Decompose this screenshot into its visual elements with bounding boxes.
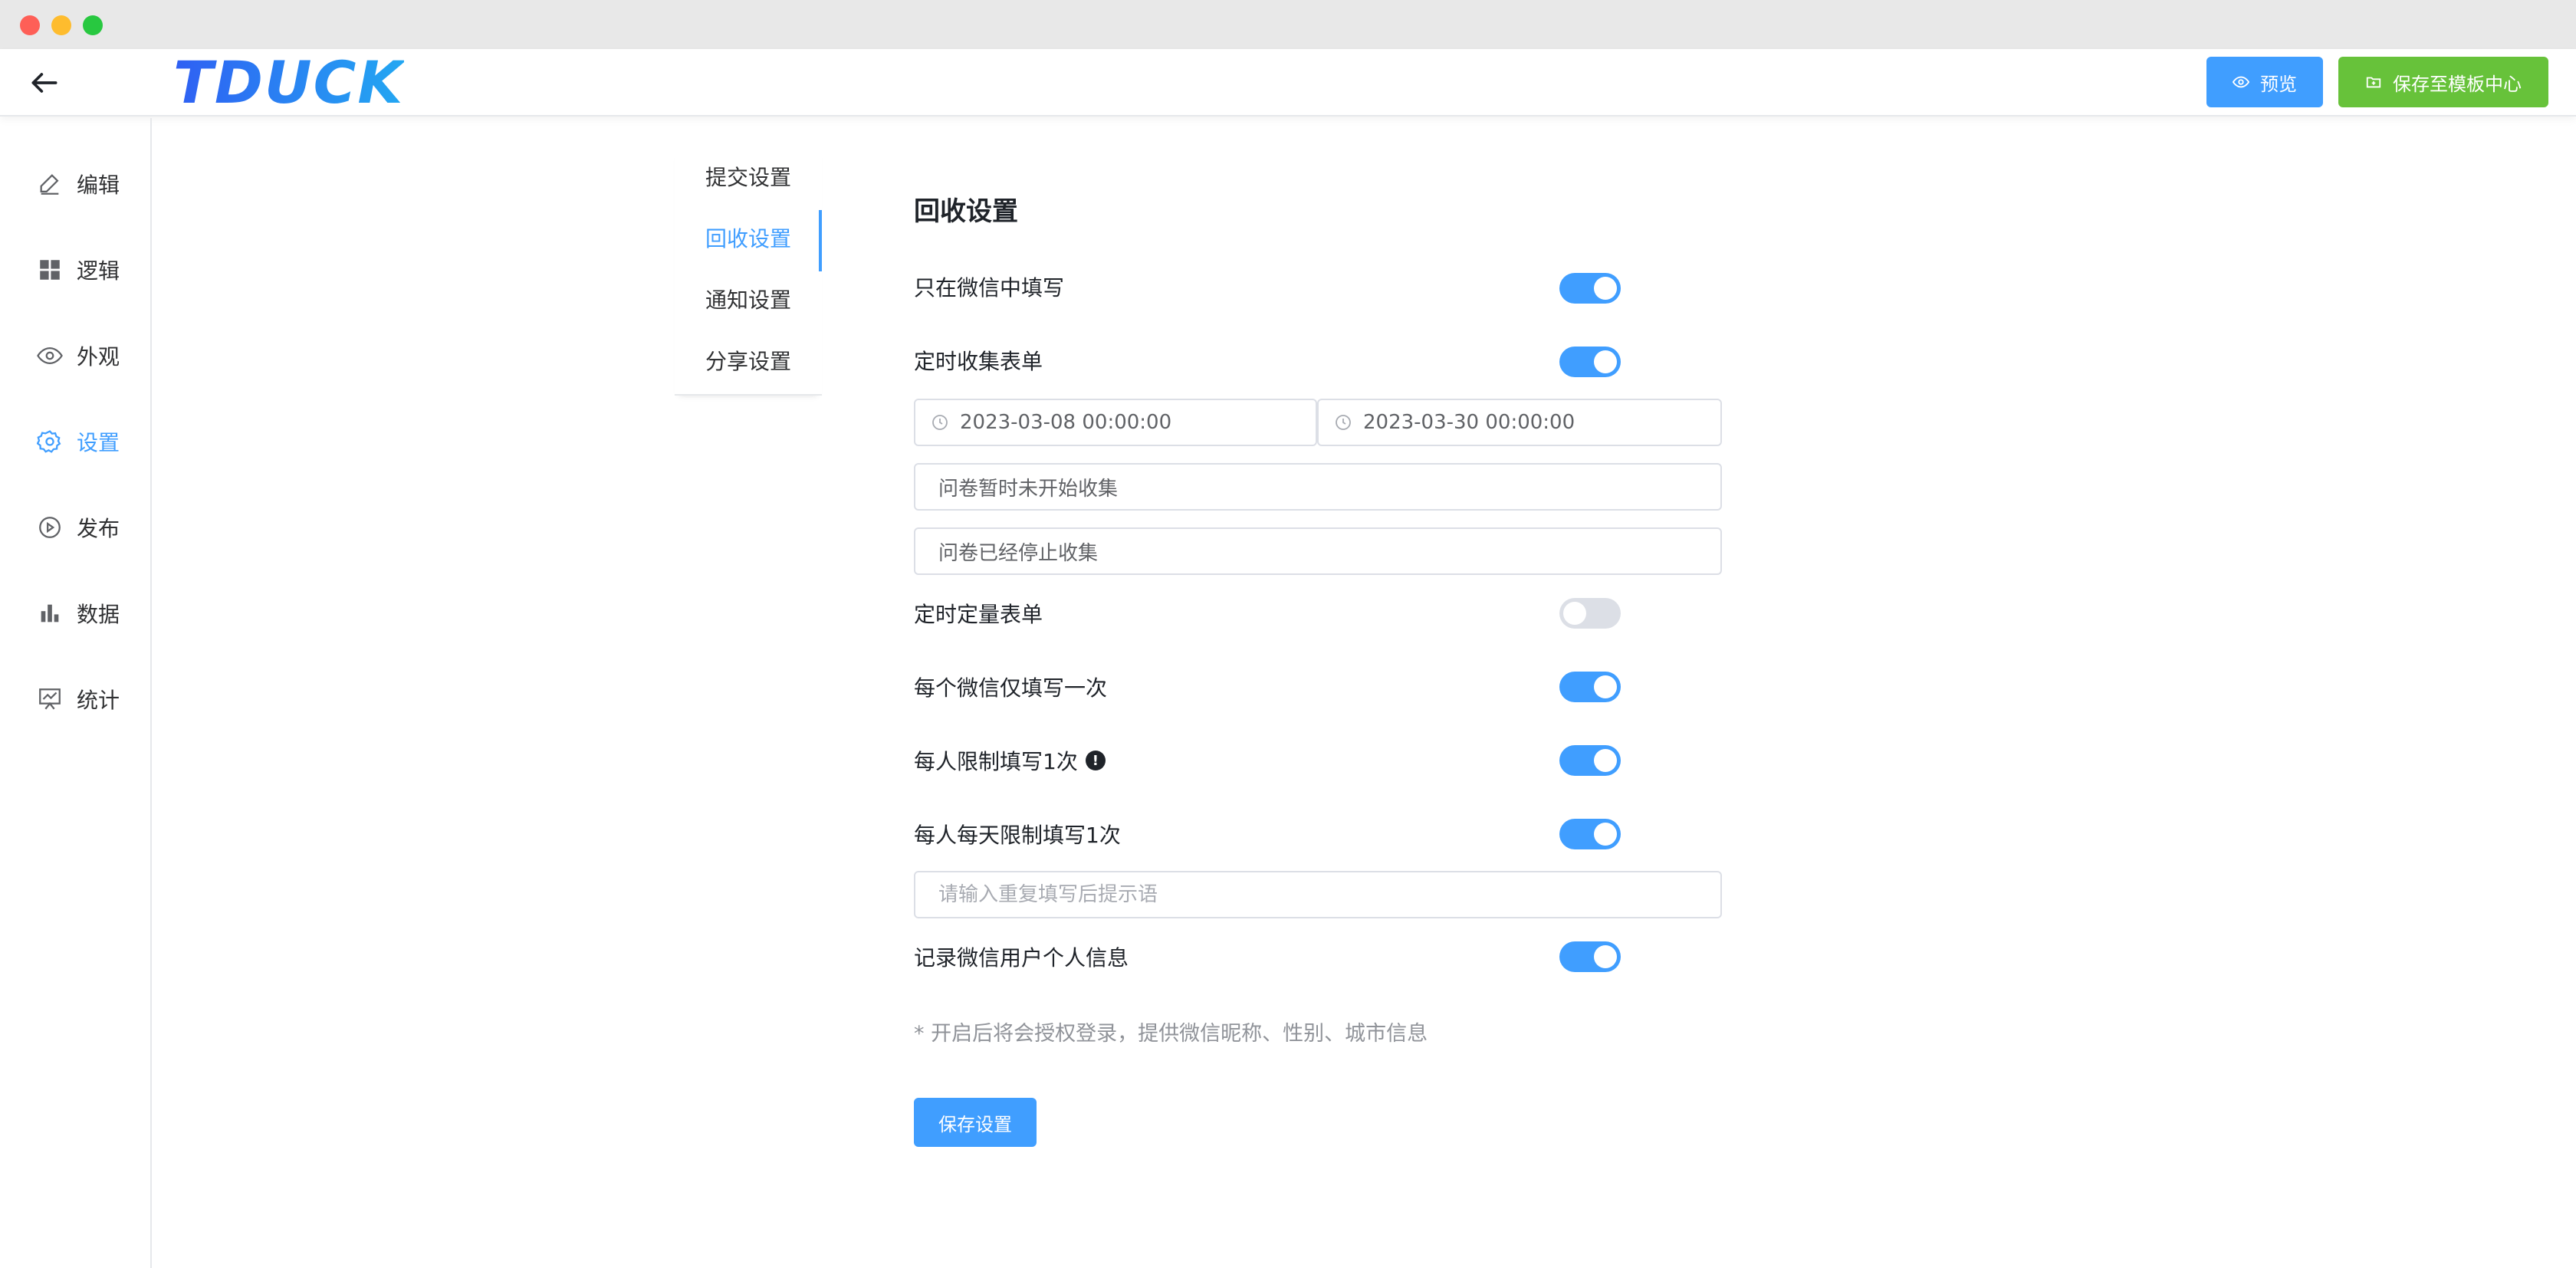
subnav-item-notification[interactable]: 通知设置: [705, 285, 791, 316]
sidebar-item-appearance[interactable]: 外观: [37, 334, 120, 377]
gear-icon: [37, 430, 61, 453]
folder-add-icon: [2366, 77, 2381, 88]
repeat-tip-input[interactable]: [915, 872, 1720, 917]
grid-icon: [40, 260, 60, 280]
sidebar-item-edit[interactable]: 编辑: [37, 163, 120, 205]
not-started-message-field[interactable]: [914, 463, 1722, 511]
per-person-once-label: 每人限制填写1次 !: [914, 745, 1106, 776]
wechat-only-switch[interactable]: [1559, 273, 1621, 304]
timed-collect-switch[interactable]: [1559, 347, 1621, 377]
stopped-message-input[interactable]: [915, 529, 1720, 573]
info-icon[interactable]: !: [1085, 751, 1106, 770]
edit-icon: [40, 174, 59, 195]
subnav-active-indicator: [819, 210, 822, 271]
stats-board-icon: [39, 688, 61, 710]
arrow-left-icon: [31, 73, 58, 93]
sidebar-item-publish[interactable]: 发布: [37, 506, 120, 549]
subnav-item-share[interactable]: 分享设置: [705, 347, 791, 377]
sidebar-item-label: 设置: [77, 430, 120, 455]
not-started-message-input[interactable]: [915, 465, 1720, 509]
save-to-template-button[interactable]: 保存至模板中心: [2338, 57, 2548, 107]
save-to-template-label: 保存至模板中心: [2393, 73, 2522, 95]
app-header: TDUCK 预览 保存至模板中心: [0, 49, 2576, 117]
eye-icon: [2233, 76, 2249, 88]
play-circle-icon: [39, 517, 61, 538]
save-settings-label: 保存设置: [938, 1113, 1012, 1135]
sidebar-item-stats[interactable]: 统计: [37, 678, 120, 721]
wechat-once-switch[interactable]: [1559, 672, 1621, 702]
preview-label: 预览: [2260, 73, 2297, 95]
end-time-picker[interactable]: 2023-03-30 00:00:00: [1317, 399, 1722, 446]
sidebar-item-label: 逻辑: [77, 258, 120, 284]
timed-quota-label: 定时定量表单: [914, 602, 1043, 627]
sidebar-item-label: 数据: [77, 602, 120, 627]
settings-subnav: 提交设置 回收设置 通知设置 分享设置: [675, 149, 822, 396]
repeat-tip-field[interactable]: [914, 871, 1722, 918]
stopped-message-field[interactable]: [914, 527, 1722, 575]
subnav-item-collection[interactable]: 回收设置: [705, 224, 791, 255]
clock-icon: [932, 415, 948, 430]
preview-button[interactable]: 预览: [2206, 57, 2323, 107]
sidebar-item-settings[interactable]: 设置: [37, 420, 120, 463]
window-close-button[interactable]: [20, 15, 40, 35]
sidebar-item-label: 统计: [77, 688, 120, 713]
sidebar-item-label: 编辑: [77, 172, 120, 198]
section-title: 回收设置: [914, 196, 1018, 227]
subnav-item-submit[interactable]: 提交设置: [705, 163, 791, 193]
sidebar-item-data[interactable]: 数据: [37, 592, 120, 635]
start-time-value: 2023-03-08 00:00:00: [960, 411, 1172, 434]
timed-quota-switch[interactable]: [1559, 598, 1621, 629]
authorization-hint: * 开启后将会授权登录，提供微信昵称、性别、城市信息: [914, 1022, 1428, 1046]
left-sidebar: 编辑 逻辑 外观 设置 发布 数据 统计: [0, 118, 152, 1268]
sidebar-item-logic[interactable]: 逻辑: [37, 248, 120, 291]
record-wechat-info-label: 记录微信用户个人信息: [914, 945, 1129, 971]
back-button[interactable]: [28, 66, 61, 100]
end-time-value: 2023-03-30 00:00:00: [1363, 411, 1576, 434]
timed-collect-label: 定时收集表单: [914, 349, 1043, 374]
per-person-daily-label: 每人每天限制填写1次: [914, 823, 1121, 848]
window-maximize-button[interactable]: [83, 15, 103, 35]
clock-icon: [1336, 415, 1351, 430]
sidebar-item-label: 发布: [77, 516, 120, 541]
window-titlebar: [0, 0, 2576, 49]
sidebar-item-label: 外观: [77, 344, 120, 370]
per-person-once-switch[interactable]: [1559, 745, 1621, 776]
wechat-once-label: 每个微信仅填写一次: [914, 675, 1108, 701]
wechat-only-label: 只在微信中填写: [914, 275, 1065, 301]
record-wechat-info-switch[interactable]: [1559, 941, 1621, 972]
bar-chart-icon: [41, 604, 59, 623]
logo: TDUCK: [173, 48, 405, 117]
per-person-daily-switch[interactable]: [1559, 819, 1621, 849]
save-settings-button[interactable]: 保存设置: [914, 1098, 1037, 1147]
eye-icon: [37, 347, 63, 365]
window-minimize-button[interactable]: [51, 15, 71, 35]
start-time-picker[interactable]: 2023-03-08 00:00:00: [914, 399, 1317, 446]
